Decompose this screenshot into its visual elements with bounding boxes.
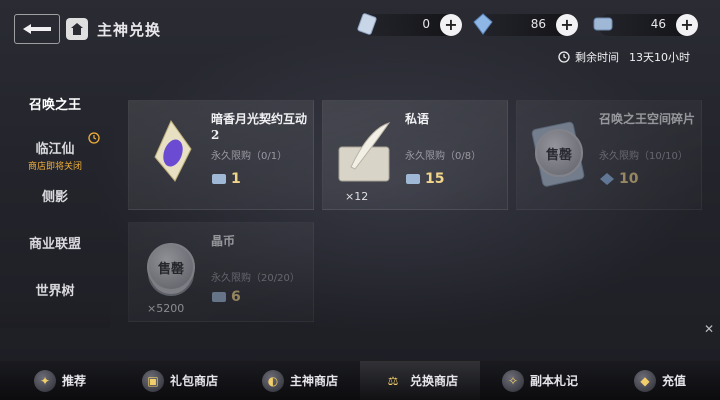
item-name: 暗香月光契约互动2 (211, 112, 308, 142)
item-price: 6 (211, 289, 241, 305)
sidebar-item-business-alliance[interactable]: 商业联盟 (0, 233, 110, 252)
recommend-icon: ✦ (33, 369, 56, 392)
item-quantity: ×5200 (147, 302, 185, 315)
clock-icon (88, 132, 100, 144)
scroll-hint-icon: ✕ (703, 322, 714, 336)
sidebar-item-label: 临江仙 (35, 142, 75, 157)
purchase-limit: 永久限购（20/20） (211, 273, 300, 284)
sidebar-fade (0, 298, 110, 328)
feather-letter-icon (338, 122, 391, 182)
top-bar: 主神兑换 0 + 86 + 46 + 剩余时间 13天10小时 (0, 0, 720, 64)
category-sidebar: 召唤之王 临江仙 商店即将关闭 侧影 商业联盟 世界树 (0, 78, 110, 328)
blue-gem-icon (600, 173, 614, 185)
item-price: 15 (405, 171, 444, 187)
tab-recommend[interactable]: ✦ 推荐 (0, 361, 120, 400)
sidebar-item-silhouette[interactable]: 侧影 (0, 186, 110, 205)
shop-item-card[interactable]: 暗香月光契约互动2 永久限购（0/1） 1 (128, 100, 314, 210)
crystal-icon (357, 13, 377, 35)
shop-item-card[interactable]: 售罄 召唤之王空间碎片 永久限购（10/10） 10 (516, 100, 702, 210)
tab-label: 推荐 (61, 374, 86, 388)
tab-recharge[interactable]: ◆ 充值 (600, 361, 720, 400)
purchase-limit: 永久限购（0/1） (211, 151, 288, 162)
price-value: 6 (231, 289, 241, 305)
sidebar-item-summon-king[interactable]: 召唤之王 (0, 94, 110, 113)
home-button[interactable] (66, 18, 88, 40)
home-icon (71, 23, 83, 35)
god-shop-icon: ◐ (261, 369, 284, 392)
exchange-icon: ⚖ (387, 373, 399, 388)
notes-icon: ✧ (501, 369, 524, 392)
token-icon (406, 174, 420, 184)
item-price: 10 (599, 171, 638, 187)
currency-blue-gem: 86 + (473, 13, 578, 36)
token-icon (212, 292, 226, 302)
sidebar-item-label: 侧影 (41, 190, 68, 205)
tab-label: 兑换商店 (409, 374, 458, 388)
page-title: 主神兑换 (97, 21, 162, 39)
purple-crystal-icon (154, 119, 192, 182)
sidebar-item-label: 世界树 (35, 284, 75, 299)
add-crystal-button[interactable]: + (440, 14, 462, 36)
add-token-button[interactable]: + (676, 14, 698, 36)
tab-dungeon-notes[interactable]: ✧ 副本札记 (480, 361, 600, 400)
purchase-limit: 永久限购（0/8） (405, 151, 482, 162)
item-price: 1 (211, 171, 241, 187)
price-value: 15 (425, 171, 445, 187)
token-icon (212, 174, 226, 184)
tab-label: 充值 (661, 374, 686, 388)
sold-out-stamp: 售罄 (535, 129, 583, 177)
item-quantity: ×12 (345, 190, 369, 203)
tab-label: 副本札记 (529, 374, 578, 388)
clock-icon (558, 51, 570, 63)
back-arrow-icon (23, 24, 51, 34)
currency-token: 46 + (593, 14, 698, 36)
tab-god-shop[interactable]: ◐ 主神商店 (240, 361, 360, 400)
tab-label: 主神商店 (289, 374, 338, 388)
sidebar-item-label: 召唤之王 (28, 98, 81, 113)
timer-value: 13天10小时 (629, 51, 690, 64)
currency-value: 86 (530, 17, 546, 31)
item-name: 召唤之王空间碎片 (599, 112, 696, 126)
item-name: 私语 (405, 112, 430, 126)
shop-item-card[interactable]: ×12 私语 永久限购（0/8） 15 (322, 100, 508, 210)
shop-closing-notice: 商店即将关闭 (27, 162, 82, 172)
token-icon (593, 17, 613, 31)
recharge-icon: ◆ (633, 369, 656, 392)
gift-icon: ▣ (141, 369, 164, 392)
bottom-nav: ✦ 推荐 ▣ 礼包商店 ◐ 主神商店 ⚖ 兑换商店 ✧ 副本札记 ◆ 充值 (0, 360, 720, 400)
sidebar-item-label: 商业联盟 (28, 237, 81, 252)
currency-value: 0 (422, 17, 430, 31)
add-gem-button[interactable]: + (556, 14, 578, 36)
tab-gift-shop[interactable]: ▣ 礼包商店 (120, 361, 240, 400)
price-value: 10 (619, 171, 639, 187)
sold-out-stamp: 售罄 (147, 243, 195, 291)
back-button[interactable] (14, 14, 60, 44)
currency-value: 46 (650, 17, 666, 31)
sidebar-item-linjiangxian[interactable]: 临江仙 商店即将关闭 (0, 132, 110, 172)
blue-gem-icon (473, 13, 493, 35)
tab-exchange-shop[interactable]: ⚖ 兑换商店 (360, 361, 480, 400)
sidebar-item-world-tree[interactable]: 世界树 (0, 280, 110, 299)
currency-crystal: 0 + (357, 13, 462, 36)
purchase-limit: 永久限购（10/10） (599, 151, 688, 162)
countdown-timer: 剩余时间 13天10小时 (558, 48, 690, 66)
item-name: 晶币 (211, 234, 236, 248)
shop-item-card[interactable]: 售罄 ×5200 晶币 永久限购（20/20） 6 (128, 222, 314, 322)
tab-label: 礼包商店 (169, 374, 218, 388)
price-value: 1 (231, 171, 241, 187)
timer-label: 剩余时间 (575, 51, 619, 64)
